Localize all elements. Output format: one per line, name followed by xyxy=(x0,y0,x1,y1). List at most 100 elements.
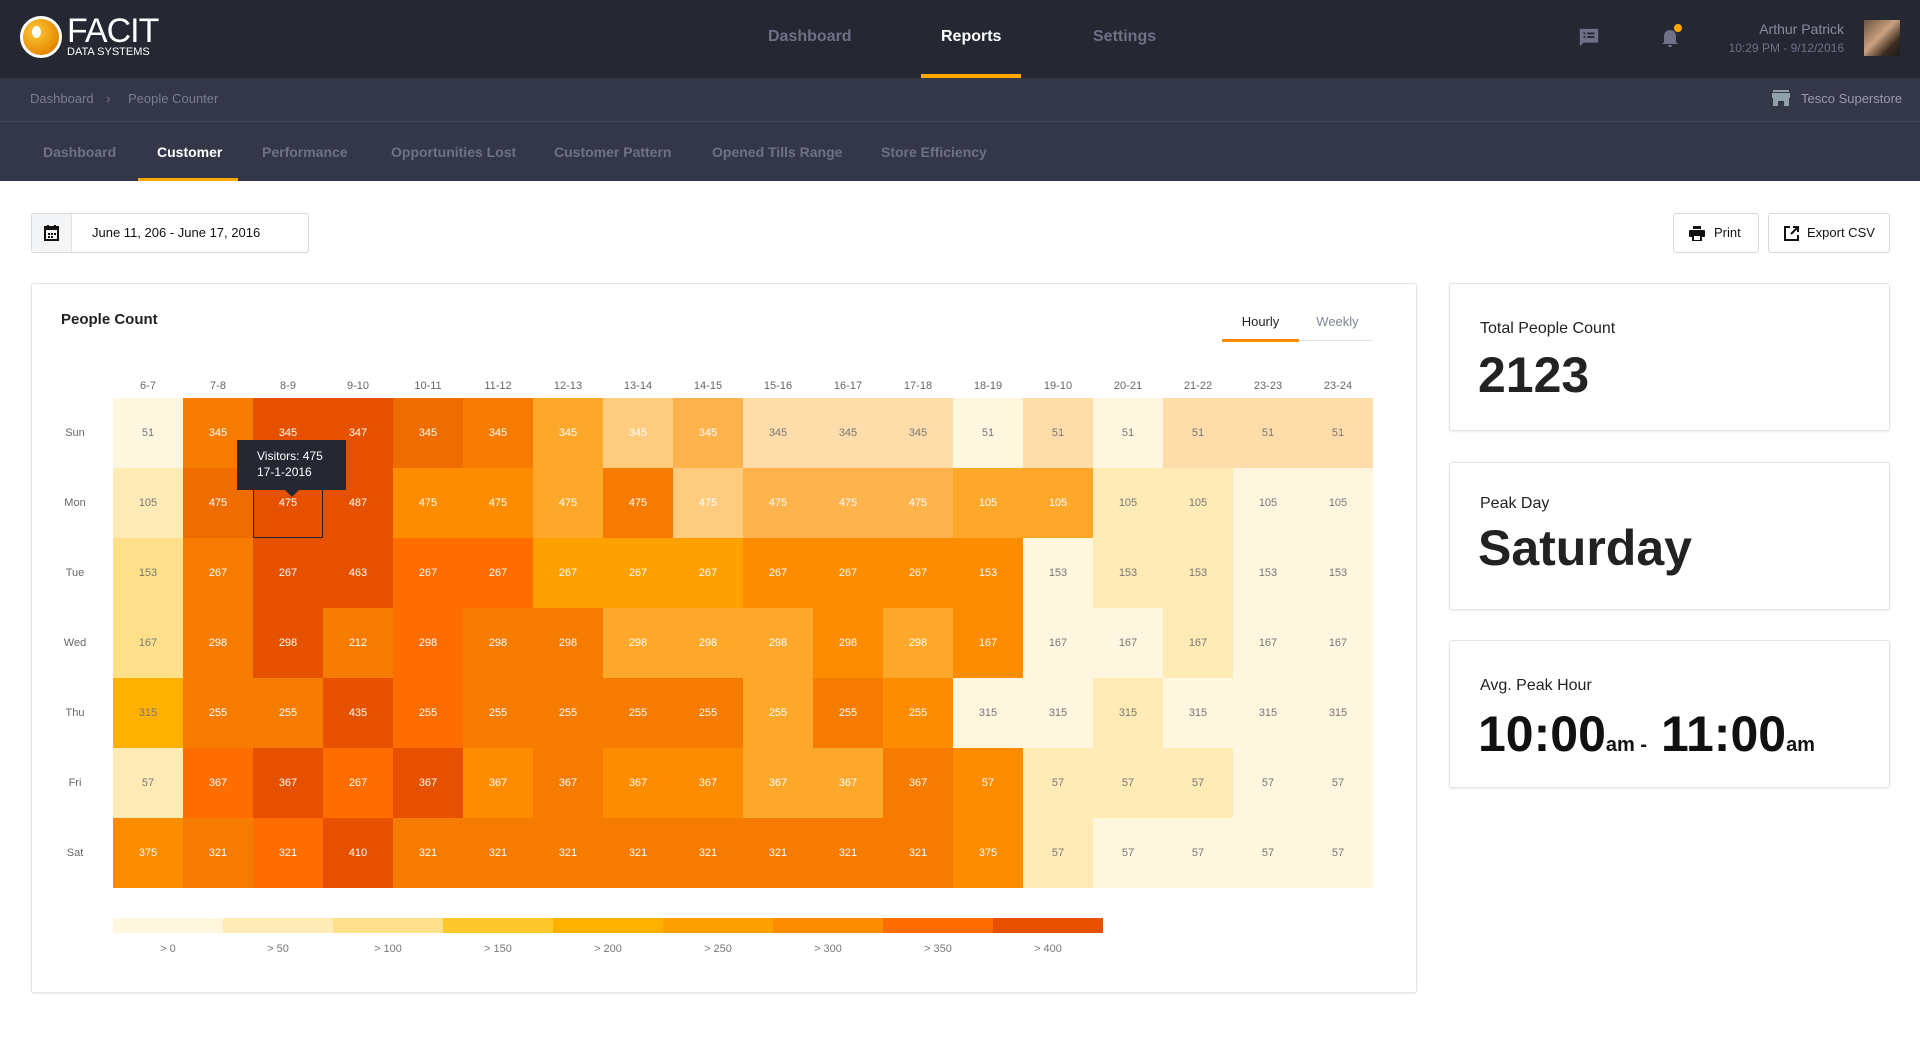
heatmap-cell[interactable]: 321 xyxy=(253,818,323,888)
heatmap-cell[interactable]: 321 xyxy=(183,818,253,888)
heatmap-cell[interactable]: 475 xyxy=(603,468,673,538)
heatmap-cell[interactable]: 267 xyxy=(813,538,883,608)
heatmap-cell[interactable]: 105 xyxy=(1163,468,1233,538)
heatmap-cell[interactable]: 298 xyxy=(673,608,743,678)
heatmap-cell[interactable]: 367 xyxy=(883,748,953,818)
heatmap-cell[interactable]: 345 xyxy=(743,398,813,468)
store-name[interactable]: Tesco Superstore xyxy=(1801,91,1902,106)
heatmap-cell[interactable]: 153 xyxy=(1233,538,1303,608)
heatmap-cell[interactable]: 167 xyxy=(1303,608,1373,678)
nav-settings[interactable]: Settings xyxy=(1093,28,1156,46)
heatmap-cell[interactable]: 475 xyxy=(813,468,883,538)
heatmap-cell[interactable]: 315 xyxy=(1023,678,1093,748)
heatmap-cell[interactable]: 298 xyxy=(743,608,813,678)
heatmap-cell[interactable]: 375 xyxy=(113,818,183,888)
heatmap-cell[interactable]: 153 xyxy=(113,538,183,608)
heatmap-cell[interactable]: 345 xyxy=(883,398,953,468)
toggle-weekly[interactable]: Weekly xyxy=(1299,314,1376,329)
heatmap-cell[interactable]: 375 xyxy=(953,818,1023,888)
chat-icon[interactable] xyxy=(1578,27,1600,49)
heatmap-cell[interactable]: 153 xyxy=(1163,538,1233,608)
heatmap-cell[interactable]: 298 xyxy=(393,608,463,678)
heatmap-cell[interactable]: 167 xyxy=(113,608,183,678)
heatmap-cell[interactable]: 298 xyxy=(253,608,323,678)
heatmap-cell[interactable]: 57 xyxy=(1093,748,1163,818)
heatmap-cell[interactable]: 255 xyxy=(253,678,323,748)
heatmap-cell[interactable]: 105 xyxy=(113,468,183,538)
heatmap-cell[interactable]: 345 xyxy=(393,398,463,468)
heatmap-cell[interactable]: 475 xyxy=(393,468,463,538)
heatmap-cell[interactable]: 321 xyxy=(673,818,743,888)
bell-icon[interactable] xyxy=(1657,24,1683,50)
heatmap-cell[interactable]: 298 xyxy=(813,608,883,678)
heatmap-cell[interactable]: 315 xyxy=(1163,678,1233,748)
heatmap-cell[interactable]: 298 xyxy=(883,608,953,678)
heatmap-cell[interactable]: 321 xyxy=(463,818,533,888)
nav-reports[interactable]: Reports xyxy=(941,28,1001,46)
heatmap-cell[interactable]: 321 xyxy=(533,818,603,888)
heatmap-cell[interactable]: 315 xyxy=(1233,678,1303,748)
date-range-picker[interactable]: June 11, 206 - June 17, 2016 xyxy=(31,213,309,253)
heatmap-cell[interactable]: 315 xyxy=(113,678,183,748)
tab-dashboard[interactable]: Dashboard xyxy=(43,144,116,160)
heatmap-cell[interactable]: 57 xyxy=(1303,818,1373,888)
heatmap-cell[interactable]: 255 xyxy=(743,678,813,748)
heatmap-cell[interactable]: 153 xyxy=(953,538,1023,608)
heatmap-cell[interactable]: 367 xyxy=(533,748,603,818)
heatmap-cell[interactable]: 463 xyxy=(323,538,393,608)
heatmap-cell[interactable]: 51 xyxy=(1233,398,1303,468)
heatmap-cell[interactable]: 255 xyxy=(813,678,883,748)
heatmap-cell[interactable]: 267 xyxy=(463,538,533,608)
heatmap-cell[interactable]: 315 xyxy=(1093,678,1163,748)
heatmap-cell[interactable]: 212 xyxy=(323,608,393,678)
heatmap-cell[interactable]: 167 xyxy=(1233,608,1303,678)
heatmap-cell[interactable]: 298 xyxy=(533,608,603,678)
heatmap-cell[interactable]: 267 xyxy=(253,538,323,608)
heatmap-cell[interactable]: 267 xyxy=(883,538,953,608)
heatmap-cell[interactable]: 57 xyxy=(953,748,1023,818)
user-name[interactable]: Arthur Patrick xyxy=(1759,21,1844,37)
heatmap-cell[interactable]: 267 xyxy=(743,538,813,608)
heatmap-cell[interactable]: 255 xyxy=(883,678,953,748)
heatmap-cell[interactable]: 298 xyxy=(603,608,673,678)
heatmap-cell[interactable]: 167 xyxy=(1163,608,1233,678)
heatmap-cell[interactable]: 267 xyxy=(533,538,603,608)
heatmap-cell[interactable]: 255 xyxy=(673,678,743,748)
heatmap-cell[interactable]: 367 xyxy=(183,748,253,818)
heatmap-cell[interactable]: 51 xyxy=(953,398,1023,468)
heatmap-cell[interactable]: 57 xyxy=(1233,818,1303,888)
tab-customer-pattern[interactable]: Customer Pattern xyxy=(554,144,671,160)
heatmap-cell[interactable]: 105 xyxy=(1303,468,1373,538)
heatmap-cell[interactable]: 267 xyxy=(393,538,463,608)
heatmap-cell[interactable]: 51 xyxy=(1093,398,1163,468)
heatmap-cell[interactable]: 105 xyxy=(1023,468,1093,538)
heatmap-cell[interactable]: 255 xyxy=(393,678,463,748)
tab-performance[interactable]: Performance xyxy=(262,144,348,160)
heatmap-cell[interactable]: 475 xyxy=(463,468,533,538)
heatmap-cell[interactable]: 153 xyxy=(1023,538,1093,608)
heatmap-cell[interactable]: 321 xyxy=(883,818,953,888)
heatmap-cell[interactable]: 267 xyxy=(603,538,673,608)
heatmap-cell[interactable]: 435 xyxy=(323,678,393,748)
tab-opened-tills-range[interactable]: Opened Tills Range xyxy=(712,144,842,160)
heatmap-cell[interactable]: 367 xyxy=(673,748,743,818)
heatmap-cell[interactable]: 255 xyxy=(183,678,253,748)
heatmap-cell[interactable]: 57 xyxy=(1163,818,1233,888)
heatmap-cell[interactable]: 345 xyxy=(533,398,603,468)
heatmap-cell[interactable]: 367 xyxy=(603,748,673,818)
heatmap-cell[interactable]: 105 xyxy=(1093,468,1163,538)
heatmap-cell[interactable]: 153 xyxy=(1303,538,1373,608)
heatmap-cell[interactable]: 255 xyxy=(533,678,603,748)
heatmap-cell[interactable]: 51 xyxy=(113,398,183,468)
tab-customer[interactable]: Customer xyxy=(157,144,222,160)
heatmap-cell[interactable]: 475 xyxy=(743,468,813,538)
heatmap-cell[interactable]: 153 xyxy=(1093,538,1163,608)
heatmap-cell[interactable]: 167 xyxy=(1023,608,1093,678)
tab-store-efficiency[interactable]: Store Efficiency xyxy=(881,144,987,160)
heatmap-cell[interactable]: 475 xyxy=(673,468,743,538)
toggle-hourly[interactable]: Hourly xyxy=(1222,314,1299,329)
heatmap-cell[interactable]: 315 xyxy=(1303,678,1373,748)
heatmap-cell[interactable]: 57 xyxy=(1233,748,1303,818)
heatmap-cell[interactable]: 315 xyxy=(953,678,1023,748)
heatmap-cell[interactable]: 475 xyxy=(533,468,603,538)
